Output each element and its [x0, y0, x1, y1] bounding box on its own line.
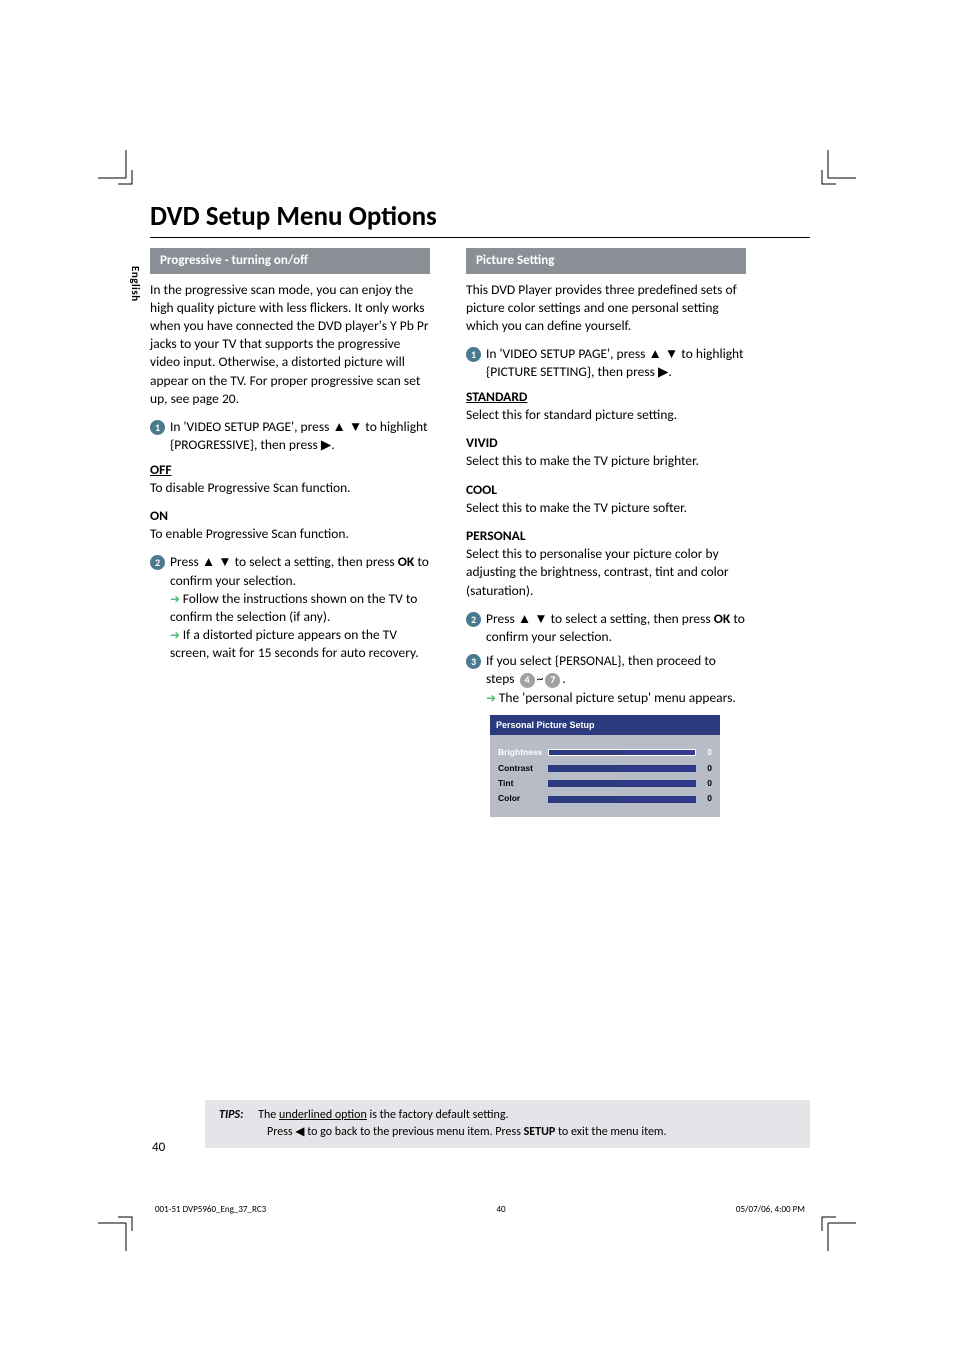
tips-box: TIPS: The underlined option is the facto…	[205, 1100, 810, 1148]
step-text: In 'VIDEO SETUP PAGE', press ▲ ▼ to high…	[170, 418, 430, 454]
crop-mark-icon	[98, 1211, 138, 1251]
crop-mark-icon	[816, 150, 856, 190]
right-column: Picture Setting This DVD Player provides…	[466, 248, 746, 817]
option-off-heading: OFF	[150, 461, 430, 479]
option-standard-heading: STANDARD	[466, 388, 746, 406]
crop-mark-icon	[98, 150, 138, 190]
step-text: If you select {PERSONAL}, then proceed t…	[486, 652, 746, 707]
step-text: Press ▲ ▼ to select a setting, then pres…	[486, 610, 746, 646]
step-badge-icon: 2	[150, 555, 165, 570]
body-text: This DVD Player provides three predefine…	[466, 281, 746, 336]
osd-row-contrast: Contrast 0	[498, 763, 712, 774]
tips-label: TIPS:	[219, 1108, 243, 1122]
arrow-icon: ➜	[170, 629, 183, 643]
step-badge-icon: 3	[466, 654, 481, 669]
osd-row-tint: Tint 0	[498, 778, 712, 789]
step-3: 3 If you select {PERSONAL}, then proceed…	[466, 652, 746, 707]
footer-filename: 001-51 DVP5960_Eng_37_RC3	[155, 1204, 266, 1215]
step-badge-icon: 1	[150, 420, 165, 435]
option-on-body: To enable Progressive Scan function.	[150, 525, 430, 543]
step-ref-icon: 4	[520, 673, 535, 688]
section-heading-progressive: Progressive - turning on/off	[150, 248, 430, 274]
option-on-heading: ON	[150, 507, 430, 525]
arrow-icon: ➜	[486, 692, 499, 706]
osd-panel: Personal Picture Setup Brightness 0 Cont…	[490, 715, 720, 817]
section-heading-picture: Picture Setting	[466, 248, 746, 274]
step-1: 1 In 'VIDEO SETUP PAGE', press ▲ ▼ to hi…	[466, 345, 746, 381]
left-column: Progressive - turning on/off In the prog…	[150, 248, 430, 817]
step-badge-icon: 2	[466, 612, 481, 627]
option-personal-heading: PERSONAL	[466, 527, 746, 545]
step-badge-icon: 1	[466, 347, 481, 362]
footer-timestamp: 05/07/06, 4:00 PM	[736, 1204, 805, 1215]
option-cool-body: Select this to make the TV picture softe…	[466, 499, 746, 517]
option-cool-heading: COOL	[466, 481, 746, 499]
step-text: In 'VIDEO SETUP PAGE', press ▲ ▼ to high…	[486, 345, 746, 381]
osd-row-brightness: Brightness 0	[498, 747, 712, 758]
osd-row-color: Color 0	[498, 793, 712, 804]
page-title: DVD Setup Menu Options	[150, 200, 810, 238]
step-2: 2 Press ▲ ▼ to select a setting, then pr…	[150, 553, 430, 662]
osd-title: Personal Picture Setup	[490, 715, 720, 735]
footer-page: 40	[496, 1204, 505, 1215]
language-tab: English	[129, 266, 142, 302]
slider-icon	[548, 749, 696, 756]
slider-icon	[548, 796, 696, 803]
step-ref-icon: 7	[545, 673, 560, 688]
option-standard-body: Select this for standard picture setting…	[466, 406, 746, 424]
page-number: 40	[152, 1140, 165, 1155]
step-text: Press ▲ ▼ to select a setting, then pres…	[170, 553, 430, 662]
slider-icon	[548, 780, 696, 787]
option-off-body: To disable Progressive Scan function.	[150, 479, 430, 497]
slider-icon	[548, 765, 696, 772]
footer: 001-51 DVP5960_Eng_37_RC3 40 05/07/06, 4…	[155, 1204, 805, 1215]
arrow-icon: ➜	[170, 593, 183, 607]
option-personal-body: Select this to personalise your picture …	[466, 545, 746, 600]
option-vivid-heading: VIVID	[466, 434, 746, 452]
option-vivid-body: Select this to make the TV picture brigh…	[466, 452, 746, 470]
step-1: 1 In 'VIDEO SETUP PAGE', press ▲ ▼ to hi…	[150, 418, 430, 454]
step-2: 2 Press ▲ ▼ to select a setting, then pr…	[466, 610, 746, 646]
crop-mark-icon	[816, 1211, 856, 1251]
body-text: In the progressive scan mode, you can en…	[150, 281, 430, 409]
